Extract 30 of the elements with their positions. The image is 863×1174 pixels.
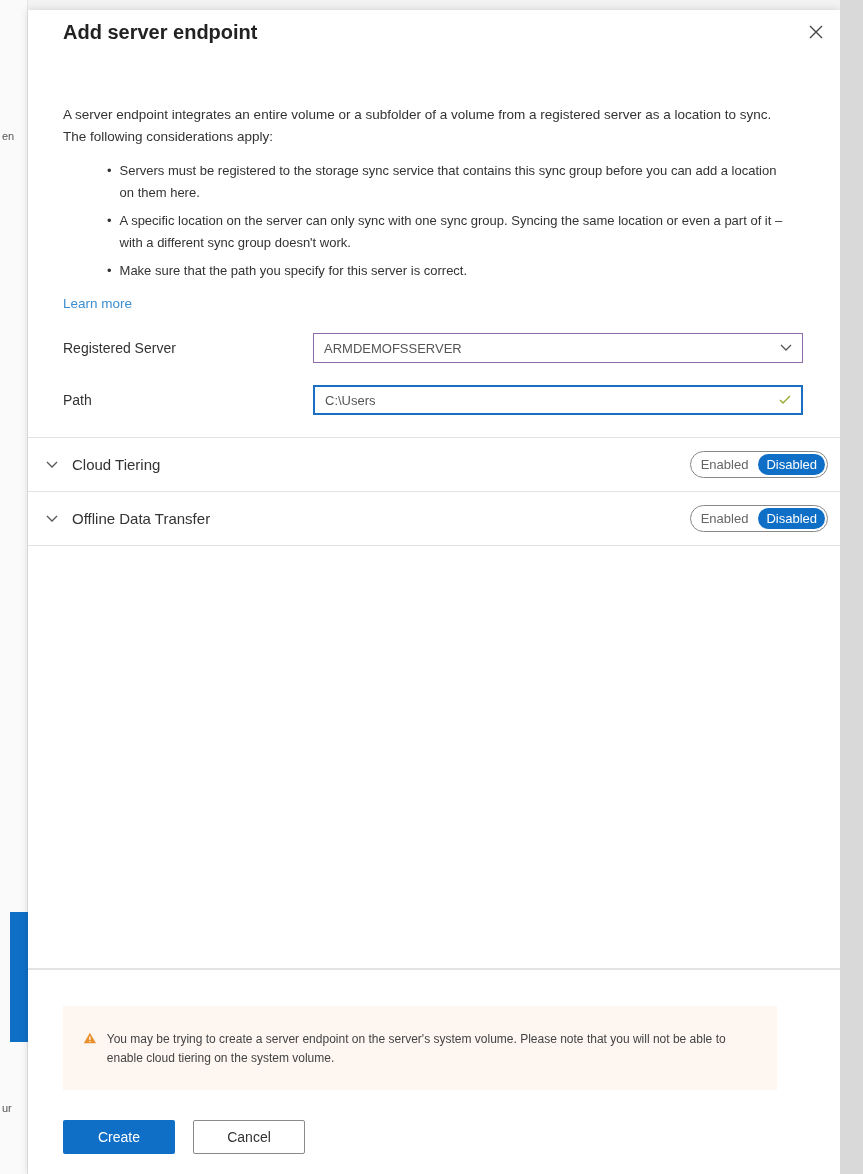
background-text: ur	[1, 1102, 13, 1114]
bullet-marker: •	[107, 262, 112, 280]
field-label: Registered Server	[63, 340, 177, 356]
field-label: Path	[63, 392, 93, 408]
toggle-option[interactable]: Enabled	[692, 454, 757, 475]
create-button[interactable]: Create	[63, 1120, 175, 1154]
toggle-option[interactable]: Disabled	[758, 508, 825, 529]
chevron-down-icon	[46, 460, 58, 469]
toggle-option[interactable]: Enabled	[692, 508, 757, 529]
intro-text: A server endpoint integrates an entire volume or a subfolder of a volume from a registered server as a location to sync. The following considerations apply:	[63, 106, 773, 146]
warning-text: You may be trying to create a server endpoint on the server's system volume. Please note that you will not be able to enable cloud tiering on the system volume.	[106, 1031, 727, 1067]
bullet-marker: •	[107, 162, 112, 180]
consideration-item: Servers must be registered to the storage sync service that contains this sync group before you can add a location on them here.	[119, 162, 778, 202]
path-field[interactable]: C:\Users	[313, 385, 803, 415]
learn-more-link[interactable]: Learn more	[63, 296, 133, 311]
check-icon	[779, 395, 791, 405]
toggle-option[interactable]: Disabled	[758, 454, 825, 475]
section-header[interactable]: Offline Data Transfer	[46, 510, 690, 527]
consideration-item: Make sure that the path you specify for this server is correct.	[119, 262, 468, 280]
server-dropdown[interactable]: ARMDEMOFSSERVER	[313, 333, 803, 363]
consideration-item: A specific location on the server can only sync with one sync group. Syncing the same location or even a part of it – with a different sync group doesn't work.	[119, 212, 784, 252]
chevron-down-icon	[780, 344, 792, 352]
dialog-title: Add server endpoint	[63, 20, 258, 44]
background-text: en	[1, 130, 16, 142]
close-icon	[808, 24, 824, 40]
warning-icon	[83, 1030, 97, 1046]
chevron-down-icon	[46, 514, 58, 523]
bullet-marker: •	[107, 212, 112, 230]
section-header[interactable]: Cloud Tiering	[46, 456, 690, 473]
cancel-button[interactable]: Cancel	[193, 1120, 305, 1154]
